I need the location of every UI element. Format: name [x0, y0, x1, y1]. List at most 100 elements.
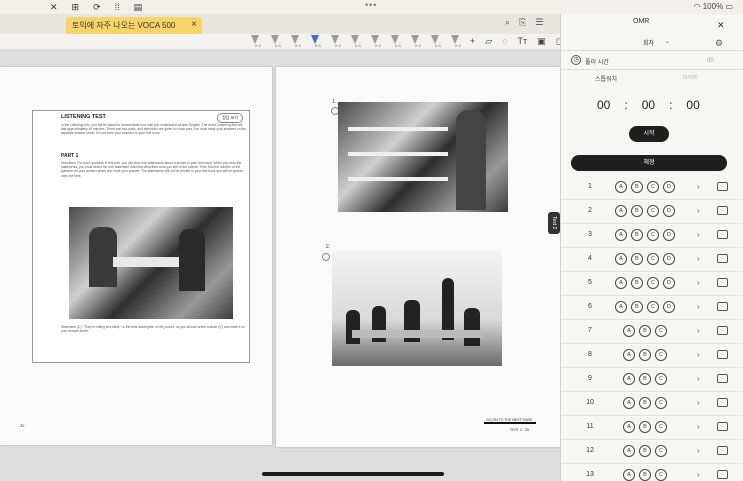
answer-bubble[interactable]: A [615, 301, 627, 313]
grade-button[interactable]: 채점 [571, 155, 727, 171]
memo-icon[interactable]: ··· [717, 422, 728, 431]
answer-bubble[interactable]: B [639, 469, 651, 481]
chevron-right-icon[interactable]: › [697, 254, 700, 263]
add-icon[interactable]: + [470, 36, 475, 47]
chevron-right-icon[interactable]: › [697, 398, 700, 407]
memo-icon[interactable]: ··· [717, 374, 728, 383]
answer-bubble[interactable]: D [663, 229, 675, 241]
answer-bubble[interactable]: A [623, 325, 635, 337]
answer-bubble[interactable]: D [663, 277, 675, 289]
lasso-icon[interactable]: ◌ [502, 36, 507, 47]
memo-icon[interactable]: ··· [717, 278, 728, 287]
eraser-icon[interactable]: ▱ [485, 36, 492, 47]
answer-bubble[interactable]: D [663, 181, 675, 193]
chevron-right-icon[interactable]: › [697, 350, 700, 359]
list-icon[interactable]: ☰ [535, 17, 543, 28]
answer-bubble[interactable]: A [615, 229, 627, 241]
answer-bubble[interactable]: C [655, 397, 667, 409]
timer-header[interactable]: ◷ 풀이 시간 [561, 50, 743, 70]
answer-bubble[interactable]: C [647, 181, 659, 193]
answer-bubble[interactable]: C [647, 229, 659, 241]
pen-tool[interactable]: 0.5 [288, 35, 302, 49]
grid-icon[interactable]: ⊞ [72, 2, 80, 13]
bookmark-icon[interactable]: ⎘ [519, 17, 526, 28]
multitask-dots-icon[interactable]: ••• [365, 0, 377, 10]
memo-icon[interactable]: ··· [717, 350, 728, 359]
answer-bubble[interactable]: A [623, 373, 635, 385]
pen-tool[interactable]: 0.3 [248, 35, 262, 49]
answer-bubble[interactable]: C [655, 349, 667, 361]
answer-bubble[interactable]: A [623, 349, 635, 361]
answer-bubble[interactable]: B [631, 277, 643, 289]
chevron-right-icon[interactable]: › [697, 302, 700, 311]
memo-icon[interactable]: ··· [717, 254, 728, 263]
chevron-down-icon[interactable]: ⌄ [665, 38, 670, 45]
memo-icon[interactable]: ··· [717, 446, 728, 455]
answer-bubble[interactable]: B [639, 421, 651, 433]
chevron-right-icon[interactable]: › [697, 278, 700, 287]
chevron-right-icon[interactable]: › [697, 446, 700, 455]
home-indicator[interactable] [262, 472, 444, 476]
answer-bubble[interactable]: B [631, 253, 643, 265]
answer-bubble[interactable]: C [655, 325, 667, 337]
memo-icon[interactable]: ··· [717, 182, 728, 191]
pen-tool[interactable]: 0.3 [368, 35, 382, 49]
answer-bubble[interactable]: D [663, 253, 675, 265]
answer-bubble[interactable]: D [663, 301, 675, 313]
library-icon[interactable]: ▤ [134, 2, 143, 13]
close-icon[interactable]: ✕ [50, 2, 58, 13]
answer-bubble[interactable]: B [631, 181, 643, 193]
image-icon[interactable]: ▣ [537, 36, 546, 47]
pen-tool[interactable]: 0.3 [448, 35, 462, 49]
answer-bubble[interactable]: C [647, 277, 659, 289]
tab-stopwatch[interactable]: 스톱워치 [595, 74, 617, 83]
show-answer-button[interactable]: 정답 보기 [217, 113, 243, 123]
pen-tool[interactable]: 0.3 [428, 35, 442, 49]
text-icon[interactable]: Tт [518, 36, 528, 47]
start-button[interactable]: 시작 [629, 126, 669, 142]
pen-tool[interactable]: 0.3 [308, 35, 322, 49]
scroll-handle[interactable]: Test 2 [548, 212, 560, 234]
sync-icon[interactable]: ⟳ [93, 2, 101, 13]
gear-icon[interactable]: ⚙ [715, 38, 723, 49]
answer-bubble[interactable]: B [639, 325, 651, 337]
document-area[interactable]: LISTENING TEST 정답 보기 In the Listening te… [0, 50, 560, 481]
chevron-right-icon[interactable]: › [697, 230, 700, 239]
chevron-right-icon[interactable]: › [697, 374, 700, 383]
answer-bubble[interactable]: C [655, 469, 667, 481]
answer-bubble[interactable]: A [623, 469, 635, 481]
answer-bubble[interactable]: A [615, 253, 627, 265]
answer-bubble[interactable]: B [639, 373, 651, 385]
omr-close-icon[interactable]: ✕ [717, 20, 725, 31]
memo-icon[interactable]: ··· [717, 326, 728, 335]
pen-tool[interactable]: 0.3 [388, 35, 402, 49]
chevron-right-icon[interactable]: › [697, 206, 700, 215]
answer-bubble[interactable]: C [655, 421, 667, 433]
answer-bubble[interactable]: B [631, 205, 643, 217]
search-icon[interactable]: ⌕ [505, 17, 510, 28]
page-left[interactable]: LISTENING TEST 정답 보기 In the Listening te… [0, 67, 272, 445]
tab-close-icon[interactable]: × [191, 19, 197, 30]
memo-icon[interactable]: ··· [717, 398, 728, 407]
answer-bubble[interactable]: C [647, 253, 659, 265]
page-right[interactable]: 1. 2. GO ON TO THE NEXT PAGE TEST 2 · 33 [276, 67, 560, 447]
memo-icon[interactable]: ··· [717, 206, 728, 215]
answer-bubble[interactable]: B [639, 445, 651, 457]
tab-timer[interactable]: 타이머 [683, 74, 697, 81]
pen-tool[interactable]: 0.3 [328, 35, 342, 49]
answer-bubble[interactable]: C [655, 373, 667, 385]
memo-icon[interactable]: ··· [717, 302, 728, 311]
round-selector[interactable]: 회차 [643, 38, 654, 47]
answer-bubble[interactable]: A [623, 421, 635, 433]
answer-bubble[interactable]: C [655, 445, 667, 457]
answer-bubble[interactable]: C [647, 301, 659, 313]
answer-bubble[interactable]: B [631, 229, 643, 241]
pen-tool[interactable]: 0.3 [348, 35, 362, 49]
chevron-right-icon[interactable]: › [697, 422, 700, 431]
answer-bubble[interactable]: B [631, 301, 643, 313]
chevron-right-icon[interactable]: › [697, 470, 700, 479]
answer-bubble[interactable]: A [615, 181, 627, 193]
tab-document[interactable]: 토익에 자주 나오는 VOCA 500 × [66, 17, 202, 34]
pen-tool[interactable]: 0.3 [408, 35, 422, 49]
answer-bubble[interactable]: A [623, 397, 635, 409]
